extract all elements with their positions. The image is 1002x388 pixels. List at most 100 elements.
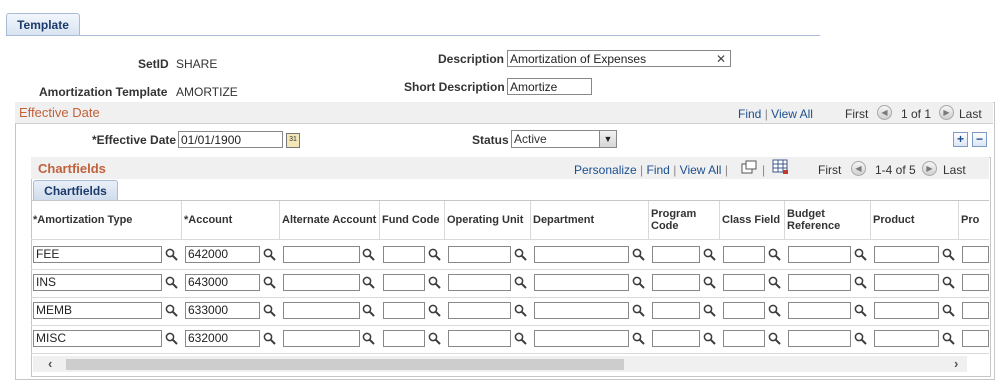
lookup-icon[interactable]: [942, 248, 955, 261]
status-select[interactable]: Active ▼: [511, 130, 617, 148]
account-input[interactable]: 643000: [185, 274, 260, 291]
chartfield-input[interactable]: [788, 246, 851, 263]
description-field[interactable]: Amortization of Expenses ✕: [507, 50, 731, 67]
lookup-icon[interactable]: [362, 304, 375, 317]
chartfield-input[interactable]: [283, 246, 360, 263]
next-icon[interactable]: ▶: [939, 105, 954, 120]
chartfield-input[interactable]: [652, 246, 700, 263]
account-input[interactable]: 633000: [185, 302, 260, 319]
lookup-icon[interactable]: [854, 304, 867, 317]
lookup-icon[interactable]: [428, 332, 441, 345]
calendar-icon[interactable]: 31: [286, 133, 300, 148]
chartfield-input[interactable]: [874, 330, 939, 347]
scrollbar-thumb[interactable]: [66, 359, 624, 370]
lookup-icon[interactable]: [854, 332, 867, 345]
chartfield-input[interactable]: [962, 246, 989, 263]
lookup-icon[interactable]: [362, 276, 375, 289]
column-header[interactable]: Pro: [959, 201, 989, 239]
lookup-icon[interactable]: [942, 276, 955, 289]
lookup-icon[interactable]: [854, 276, 867, 289]
column-header[interactable]: Operating Unit: [445, 201, 531, 239]
chartfield-input[interactable]: [962, 330, 989, 347]
column-header[interactable]: Product: [871, 201, 959, 239]
scroll-right-icon[interactable]: ›: [954, 356, 958, 372]
column-header[interactable]: Fund Code: [380, 201, 445, 239]
lookup-icon[interactable]: [428, 304, 441, 317]
lookup-icon[interactable]: [768, 332, 781, 345]
chartfield-input[interactable]: [383, 246, 425, 263]
column-header[interactable]: *Account: [182, 201, 280, 239]
lookup-icon[interactable]: [263, 304, 276, 317]
chartfield-input[interactable]: [534, 330, 629, 347]
download-grid-icon[interactable]: [772, 159, 789, 175]
lookup-icon[interactable]: [703, 276, 716, 289]
lookup-icon[interactable]: [263, 248, 276, 261]
column-header[interactable]: *Amortization Type: [31, 201, 182, 239]
lookup-icon[interactable]: [514, 276, 527, 289]
chartfield-input[interactable]: [448, 274, 511, 291]
lookup-icon[interactable]: [632, 304, 645, 317]
chartfield-input[interactable]: [283, 302, 360, 319]
find-link[interactable]: Find: [647, 163, 670, 177]
lookup-icon[interactable]: [362, 332, 375, 345]
chartfield-input[interactable]: [652, 274, 700, 291]
lookup-icon[interactable]: [632, 332, 645, 345]
chartfield-input[interactable]: [383, 330, 425, 347]
chartfield-input[interactable]: [383, 274, 425, 291]
chartfield-input[interactable]: [874, 246, 939, 263]
lookup-icon[interactable]: [632, 276, 645, 289]
chartfield-input[interactable]: [652, 302, 700, 319]
amortization-type-input[interactable]: MEMB: [33, 302, 162, 319]
previous-icon[interactable]: ◀: [877, 105, 892, 120]
amortization-type-input[interactable]: INS: [33, 274, 162, 291]
lookup-icon[interactable]: [514, 332, 527, 345]
column-header[interactable]: Department: [531, 201, 649, 239]
chartfield-input[interactable]: [283, 274, 360, 291]
chartfield-input[interactable]: [723, 330, 765, 347]
lookup-icon[interactable]: [428, 276, 441, 289]
lookup-icon[interactable]: [942, 304, 955, 317]
column-header[interactable]: Alternate Account: [280, 201, 380, 239]
lookup-icon[interactable]: [165, 332, 178, 345]
chartfield-input[interactable]: [788, 330, 851, 347]
lookup-icon[interactable]: [703, 304, 716, 317]
chartfield-input[interactable]: [788, 302, 851, 319]
lookup-icon[interactable]: [854, 248, 867, 261]
chartfield-input[interactable]: [448, 302, 511, 319]
view-all-link[interactable]: View All: [771, 107, 813, 121]
lookup-icon[interactable]: [768, 304, 781, 317]
lookup-icon[interactable]: [428, 248, 441, 261]
chartfield-input[interactable]: [962, 302, 989, 319]
add-row-icon[interactable]: +: [953, 132, 968, 147]
short-description-field[interactable]: Amortize: [507, 78, 592, 95]
lookup-icon[interactable]: [632, 248, 645, 261]
lookup-icon[interactable]: [165, 248, 178, 261]
chartfield-input[interactable]: [534, 302, 629, 319]
new-window-icon[interactable]: [741, 160, 757, 174]
lookup-icon[interactable]: [165, 304, 178, 317]
chevron-down-icon[interactable]: ▼: [599, 131, 616, 147]
lookup-icon[interactable]: [165, 276, 178, 289]
chartfield-input[interactable]: [723, 246, 765, 263]
chartfield-input[interactable]: [534, 274, 629, 291]
account-input[interactable]: 632000: [185, 330, 260, 347]
lookup-icon[interactable]: [263, 332, 276, 345]
delete-row-icon[interactable]: −: [972, 132, 987, 147]
chartfield-input[interactable]: [652, 330, 700, 347]
find-link[interactable]: Find: [738, 107, 761, 121]
lookup-icon[interactable]: [942, 332, 955, 345]
tab-chartfields[interactable]: Chartfields: [33, 180, 118, 201]
clear-icon[interactable]: ✕: [716, 51, 726, 66]
tab-template[interactable]: Template: [6, 13, 80, 36]
chartfield-input[interactable]: [874, 274, 939, 291]
account-input[interactable]: 642000: [185, 246, 260, 263]
effective-date-input[interactable]: 01/01/1900: [178, 131, 283, 148]
view-all-link[interactable]: View All: [680, 163, 722, 177]
chartfield-input[interactable]: [283, 330, 360, 347]
chartfield-input[interactable]: [788, 274, 851, 291]
scroll-left-icon[interactable]: ‹: [48, 356, 52, 372]
lookup-icon[interactable]: [703, 332, 716, 345]
amortization-type-input[interactable]: FEE: [33, 246, 162, 263]
chartfield-input[interactable]: [534, 246, 629, 263]
lookup-icon[interactable]: [362, 248, 375, 261]
